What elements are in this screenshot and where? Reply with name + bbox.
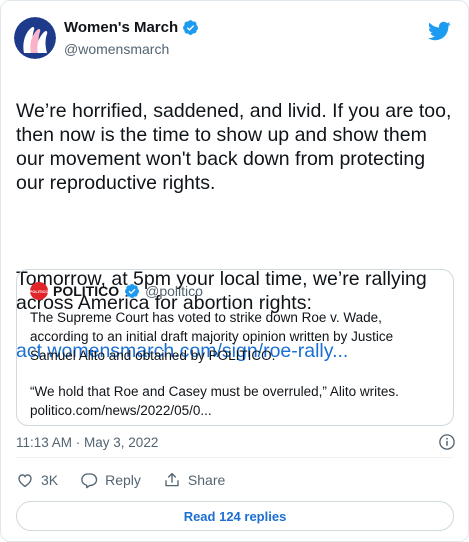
quoted-author-handle: @politico xyxy=(145,283,203,299)
heart-icon xyxy=(18,474,32,488)
quoted-text: The Supreme Court has voted to strike do… xyxy=(30,308,442,420)
like-count: 3K xyxy=(41,472,59,488)
tweet-author: Women's March @womensmarch xyxy=(64,19,199,57)
quoted-tweet[interactable]: POLITICO POLITICO @politico The Supreme … xyxy=(16,269,454,426)
author-name[interactable]: Women's March xyxy=(64,19,178,36)
tweet-timestamp[interactable]: 11:13 AM · May 3, 2022 xyxy=(16,435,158,450)
share-label: Share xyxy=(187,472,226,488)
womens-march-logo-icon xyxy=(14,17,56,59)
like-button[interactable]: 3K xyxy=(16,471,58,489)
politico-logo-icon: POLITICO xyxy=(30,282,48,300)
reply-icon xyxy=(81,473,98,489)
tweet-card: Women's March @womensmarch We’re horrifi… xyxy=(0,0,469,542)
tweet-meta: 11:13 AM · May 3, 2022 xyxy=(16,433,456,451)
info-icon[interactable] xyxy=(438,433,456,451)
verified-badge-icon xyxy=(125,284,140,298)
womens-march-avatar[interactable] xyxy=(14,17,56,59)
author-handle[interactable]: @womensmarch xyxy=(64,41,199,57)
read-replies-button[interactable]: Read 124 replies xyxy=(16,501,454,531)
share-icon xyxy=(165,472,179,487)
quoted-link[interactable]: politico.com/news/2022/05/0... xyxy=(30,401,442,420)
divider xyxy=(16,457,453,458)
reply-label: Reply xyxy=(105,472,141,488)
twitter-bird-icon[interactable] xyxy=(427,19,451,43)
quoted-paragraph: “We hold that Roe and Casey must be over… xyxy=(30,384,399,399)
verified-badge-icon xyxy=(183,20,199,35)
quoted-author-name: POLITICO xyxy=(53,283,120,299)
quoted-paragraph: The Supreme Court has voted to strike do… xyxy=(30,310,394,363)
tweet-paragraph: We’re horrified, saddened, and livid. If… xyxy=(16,100,452,194)
tweet-actions: 3K Reply Share xyxy=(16,471,247,489)
share-button[interactable]: Share xyxy=(163,471,225,489)
reply-button[interactable]: Reply xyxy=(80,471,141,489)
